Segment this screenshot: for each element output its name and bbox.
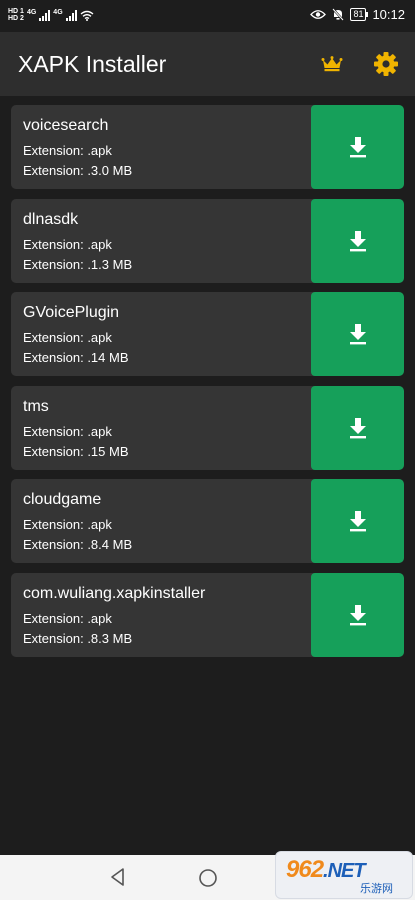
- signal-icon: [39, 9, 51, 21]
- hd1-label: HD 1: [8, 8, 24, 15]
- file-size: Extension: .3.0 MB: [23, 163, 133, 178]
- file-extension: Extension: .apk: [23, 610, 112, 626]
- watermark-number: 962: [286, 856, 324, 883]
- list-item: voicesearch Extension: .apk Extension: .…: [11, 105, 404, 189]
- app-title: XAPK Installer: [18, 50, 167, 77]
- list-item: cloudgame Extension: .apk Extension: .8.…: [11, 479, 404, 563]
- file-name: GVoicePlugin: [23, 304, 120, 321]
- back-icon[interactable]: [108, 867, 128, 892]
- home-icon[interactable]: [198, 868, 218, 893]
- file-size: Extension: .8.4 MB: [23, 537, 133, 552]
- download-icon: [349, 137, 366, 158]
- download-icon: [349, 511, 366, 532]
- download-icon: [349, 230, 366, 251]
- file-extension: Extension: .apk: [23, 423, 112, 439]
- clock: 10:12: [372, 7, 405, 22]
- watermark-logo: 962.NET 乐游网: [275, 851, 413, 899]
- install-button[interactable]: [311, 385, 404, 470]
- network-type-2: 4G: [53, 8, 63, 16]
- wifi-icon: [80, 10, 94, 21]
- network-type-1: 4G: [26, 8, 37, 16]
- status-bar: HD 1 HD 2 4G 4G 81 10:12: [0, 0, 415, 32]
- list-item: GVoicePlugin Extension: .apk Extension: …: [11, 292, 404, 376]
- file-name: tms: [23, 397, 49, 415]
- install-button[interactable]: [311, 479, 404, 563]
- watermark-brand: 962.NET: [286, 856, 366, 884]
- list-item: tms Extension: .apk Extension: .15 MB: [11, 385, 404, 470]
- file-size: Extension: .8.3 MB: [23, 630, 133, 646]
- file-name: dlnasdk: [23, 210, 79, 228]
- download-icon: [349, 604, 366, 625]
- file-name: cloudgame: [23, 491, 102, 508]
- crown-icon[interactable]: [319, 51, 345, 77]
- download-icon: [349, 324, 366, 345]
- install-button[interactable]: [311, 572, 404, 657]
- install-button[interactable]: [311, 292, 404, 376]
- file-name: com.wuliang.xapkinstaller: [23, 584, 206, 602]
- mute-bell-icon: [332, 8, 345, 21]
- file-extension: Extension: .apk: [23, 330, 112, 345]
- status-left: HD 1 HD 2 4G 4G: [8, 8, 94, 22]
- file-size: Extension: .1.3 MB: [23, 256, 133, 272]
- file-list: voicesearch Extension: .apk Extension: .…: [11, 105, 404, 666]
- signal-icon: [65, 9, 77, 21]
- watermark-subtitle: 乐游网: [360, 883, 393, 895]
- install-button[interactable]: [311, 105, 404, 189]
- hd2-label: HD 2: [8, 15, 24, 22]
- list-item: dlnasdk Extension: .apk Extension: .1.3 …: [11, 198, 404, 283]
- file-extension: Extension: .apk: [23, 236, 112, 252]
- file-size: Extension: .15 MB: [23, 443, 129, 459]
- gear-icon[interactable]: [373, 51, 399, 77]
- file-extension: Extension: .apk: [23, 517, 112, 532]
- list-item: com.wuliang.xapkinstaller Extension: .ap…: [11, 572, 404, 657]
- install-button[interactable]: [311, 198, 404, 283]
- battery-indicator: 81: [350, 8, 369, 21]
- app-bar: XAPK Installer: [0, 32, 415, 96]
- download-icon: [349, 417, 366, 438]
- eye-icon: [310, 10, 327, 19]
- file-size: Extension: .14 MB: [23, 350, 129, 365]
- sim-indicator: HD 1 HD 2: [8, 8, 24, 22]
- watermark-net: .NET: [323, 860, 366, 882]
- status-right: 81 10:12: [310, 7, 405, 22]
- file-name: voicesearch: [23, 117, 109, 134]
- file-extension: Extension: .apk: [23, 143, 112, 158]
